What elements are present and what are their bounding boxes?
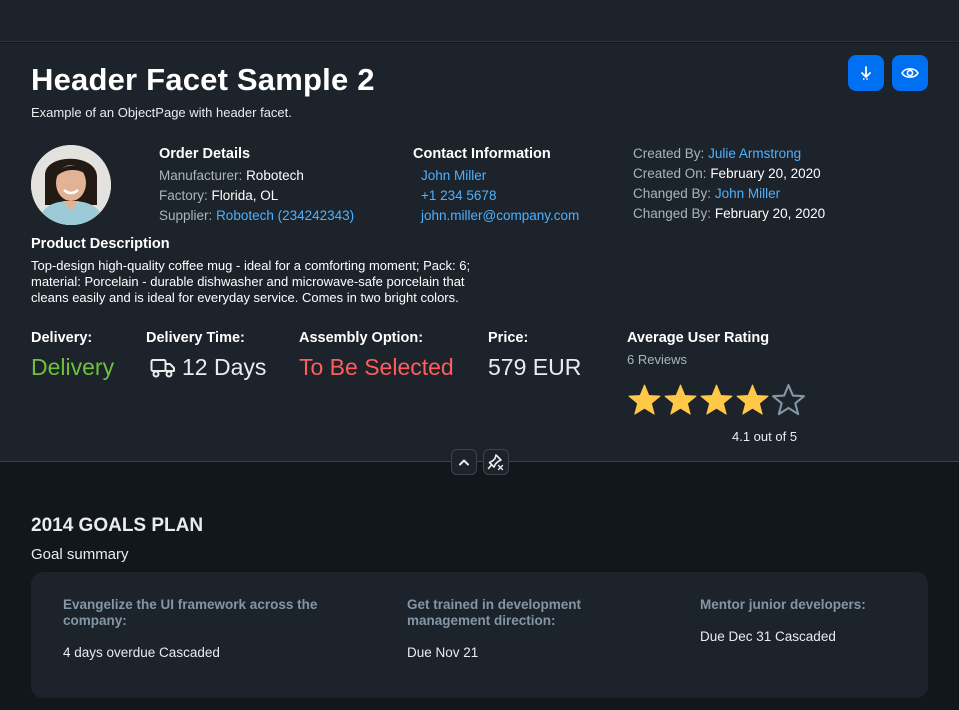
rating-stars [627, 383, 807, 417]
order-details-title: Order Details [159, 146, 251, 162]
supplier-link[interactable]: Robotech (234242343) [216, 208, 354, 223]
collapse-header-button[interactable] [451, 449, 477, 475]
person-photo [31, 145, 111, 225]
changed-by-label: Changed By: [633, 186, 712, 201]
shell-bar [0, 0, 959, 42]
view-button[interactable] [892, 55, 928, 91]
section-title: 2014 GOALS PLAN [31, 515, 204, 536]
eye-icon [901, 68, 919, 78]
unpin-icon [487, 454, 504, 471]
created-by-field: Created By: Julie Armstrong [633, 146, 801, 161]
changed-by-field: Changed By: John Miller [633, 186, 780, 201]
pin-header-button[interactable] [483, 449, 509, 475]
manufacturer-field: Manufacturer: Robotech [159, 168, 304, 183]
created-by-link[interactable]: Julie Armstrong [708, 146, 801, 161]
manufacturer-label: Manufacturer: [159, 168, 243, 183]
star-empty-icon [772, 384, 805, 416]
supplier-label: Supplier: [159, 208, 213, 223]
rating-title: Average User Rating [627, 330, 770, 346]
supplier-field: Supplier: Robotech (234242343) [159, 208, 354, 223]
goals-card: Evangelize the UI framework across the c… [31, 572, 928, 698]
factory-label: Factory: [159, 188, 208, 203]
download-icon [861, 66, 871, 80]
created-on-field: Created On: February 20, 2020 [633, 166, 821, 181]
goal-title: Evangelize the UI framework across the c… [63, 597, 318, 628]
changed-by-link[interactable]: John Miller [715, 186, 780, 201]
avatar [31, 145, 111, 225]
changed-on-field: Changed By: February 20, 2020 [633, 206, 825, 221]
price-label: Price: [488, 330, 529, 346]
contact-information-title: Contact Information [413, 146, 551, 162]
section-subtitle: Goal summary [31, 546, 129, 563]
created-by-label: Created By: [633, 146, 705, 161]
goal-status: Due Dec 31 Cascaded [700, 629, 836, 644]
created-on-value: February 20, 2020 [710, 166, 821, 181]
star-filled-icon [628, 384, 661, 415]
header-divider [0, 461, 959, 462]
contact-email-link[interactable]: john.miller@company.com [421, 208, 579, 223]
changed-on-value: February 20, 2020 [714, 206, 826, 221]
delivery-time-value: 12 Days [182, 354, 267, 380]
chevron-up-icon [459, 459, 469, 466]
download-button[interactable] [848, 55, 884, 91]
product-description-title: Product Description [31, 236, 170, 252]
delivery-label: Delivery: [31, 330, 93, 346]
created-on-label: Created On: [633, 166, 707, 181]
page-title: Header Facet Sample 2 [31, 62, 375, 97]
page-subtitle: Example of an ObjectPage with header fac… [31, 105, 292, 120]
star-filled-icon [736, 384, 769, 415]
goal-status: 4 days overdue Cascaded [63, 645, 220, 660]
goal-title: Mentor junior developers: [700, 597, 866, 612]
truck-icon [150, 358, 175, 377]
delivery-time-field: 12 Days [150, 354, 266, 381]
assembly-option-value: To Be Selected [299, 354, 454, 380]
factory-field: Factory: Florida, OL [159, 188, 278, 203]
contact-phone-link[interactable]: +1 234 5678 [421, 188, 496, 203]
rating-text: 4.1 out of 5 [732, 429, 798, 444]
delivery-value: Delivery [31, 354, 115, 380]
changed-on-label: Changed By: [633, 206, 712, 221]
price-value: 579 EUR [488, 354, 582, 380]
contact-name-link[interactable]: John Miller [421, 168, 486, 183]
assembly-option-label: Assembly Option: [299, 330, 424, 346]
delivery-time-label: Delivery Time: [146, 330, 245, 346]
reviews-count: 6 Reviews [627, 352, 687, 367]
manufacturer-value: Robotech [246, 168, 304, 183]
star-filled-icon [700, 384, 733, 415]
goal-status: Due Nov 21 [407, 645, 479, 660]
factory-value: Florida, OL [211, 188, 279, 203]
product-description-text: Top-design high-quality coffee mug - ide… [31, 258, 471, 305]
star-filled-icon [664, 384, 697, 415]
goal-title: Get trained in development management di… [407, 597, 582, 628]
